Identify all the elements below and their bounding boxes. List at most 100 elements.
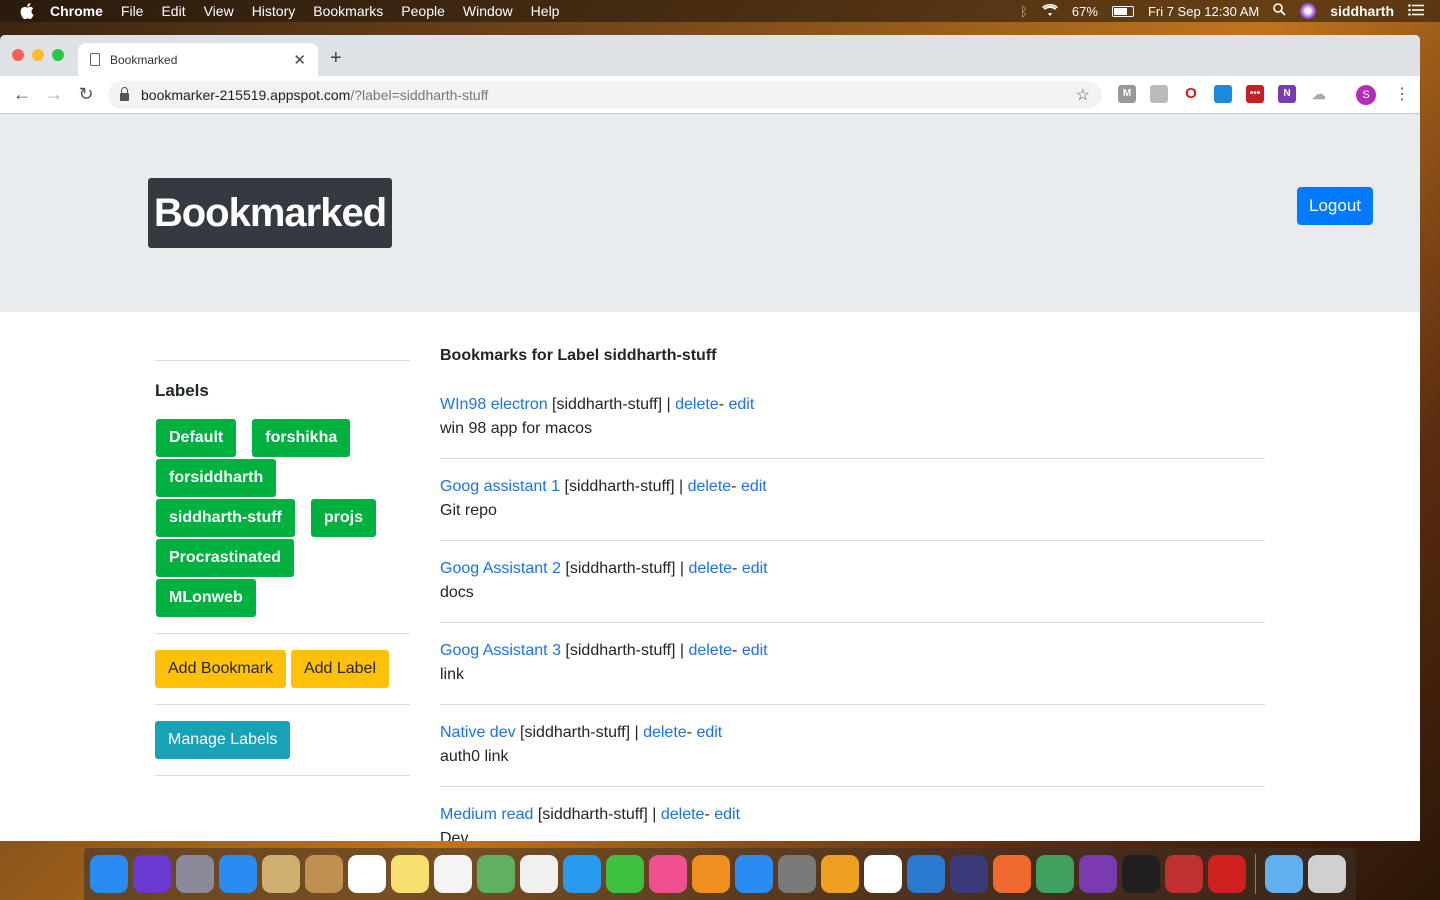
apple-icon[interactable] [20, 3, 34, 19]
windows98-icon[interactable] [1165, 855, 1203, 893]
bookmark-link[interactable]: Native dev [440, 724, 516, 741]
menu-bookmarks[interactable]: Bookmarks [313, 3, 383, 19]
label-button[interactable]: Default [156, 419, 237, 457]
close-window-button[interactable] [12, 49, 24, 61]
terminal-icon[interactable] [1122, 855, 1160, 893]
siri-icon[interactable] [1300, 3, 1317, 19]
menu-bar: Chrome File Edit View History Bookmarks … [0, 0, 1440, 22]
extension-inbox-icon[interactable] [1150, 85, 1168, 103]
itunes-icon[interactable] [649, 855, 687, 893]
finder-icon[interactable] [90, 855, 128, 893]
extension-opera-icon[interactable]: O [1182, 85, 1200, 103]
vscode-icon[interactable] [907, 855, 945, 893]
battery-icon[interactable] [1111, 5, 1134, 17]
label-button[interactable]: Procrastinated [156, 539, 295, 577]
maximize-window-button[interactable] [52, 49, 64, 61]
downloads-icon[interactable] [1265, 855, 1303, 893]
menu-app-name[interactable]: Chrome [50, 3, 103, 19]
delete-link[interactable]: delete [688, 478, 732, 495]
label-button[interactable]: forsiddharth [156, 459, 277, 497]
delete-link[interactable]: delete [675, 396, 719, 413]
notes-icon[interactable] [391, 855, 429, 893]
bookmark-link[interactable]: Medium read [440, 806, 533, 823]
new-tab-button[interactable]: + [330, 47, 342, 70]
menu-icon[interactable]: ⋮ [1394, 84, 1410, 104]
lock-icon[interactable] [120, 87, 129, 101]
label-button[interactable]: MLonweb [156, 579, 256, 617]
menu-window[interactable]: Window [463, 3, 513, 19]
battery-percent[interactable]: 67% [1072, 4, 1098, 19]
postman-icon[interactable] [993, 855, 1031, 893]
profile-avatar[interactable]: S [1356, 85, 1376, 105]
user-name[interactable]: siddharth [1330, 3, 1394, 19]
eclipse-icon[interactable] [950, 855, 988, 893]
reminders-icon[interactable] [434, 855, 472, 893]
notification-center-icon[interactable] [1408, 3, 1424, 19]
menu-people[interactable]: People [401, 3, 445, 19]
delete-link[interactable]: delete [661, 806, 705, 823]
extension-onenote-icon[interactable]: N [1278, 85, 1296, 103]
spotlight-icon[interactable] [1273, 3, 1286, 19]
extension-cloud-icon[interactable]: ☁ [1310, 85, 1328, 103]
label-button[interactable]: projs [310, 499, 376, 537]
add-bookmark-button[interactable]: Add Bookmark [155, 650, 286, 688]
bookmark-link[interactable]: Goog assistant 1 [440, 478, 560, 495]
wifi-icon[interactable] [1041, 3, 1058, 19]
address-bar[interactable]: bookmarker-215519.appspot.com /?label=si… [108, 81, 1102, 109]
system-preferences-icon[interactable] [778, 855, 816, 893]
boxer-icon[interactable] [1208, 855, 1246, 893]
onenote-icon[interactable] [1079, 855, 1117, 893]
siri-icon[interactable] [133, 855, 171, 893]
edit-link[interactable]: edit [728, 396, 754, 413]
bookmark-link[interactable]: WIn98 electron [440, 396, 548, 413]
trash-icon[interactable] [1308, 855, 1346, 893]
contacts-icon[interactable] [305, 855, 343, 893]
delete-link[interactable]: delete [643, 724, 687, 741]
edit-link[interactable]: edit [714, 806, 740, 823]
facetime-icon[interactable] [606, 855, 644, 893]
menu-view[interactable]: View [204, 3, 234, 19]
edit-link[interactable]: edit [742, 560, 768, 577]
label-button[interactable]: forshikha [252, 419, 351, 457]
label-button[interactable]: siddharth-stuff [156, 499, 295, 537]
bookmark-link[interactable]: Goog Assistant 3 [440, 642, 561, 659]
app-store-icon[interactable] [735, 855, 773, 893]
calendar-icon[interactable] [348, 855, 386, 893]
mail-icon[interactable] [262, 855, 300, 893]
extension-lastpass-icon[interactable]: ••• [1246, 85, 1264, 103]
menu-help[interactable]: Help [531, 3, 560, 19]
close-tab-icon[interactable]: ✕ [293, 51, 306, 69]
messages-icon[interactable] [563, 855, 601, 893]
edit-link[interactable]: edit [742, 642, 768, 659]
maps-icon[interactable] [477, 855, 515, 893]
edit-link[interactable]: edit [741, 478, 767, 495]
sublime-icon[interactable] [821, 855, 859, 893]
menu-history[interactable]: History [252, 3, 296, 19]
minimize-window-button[interactable] [32, 49, 44, 61]
brand-logo[interactable]: Bookmarked [148, 178, 392, 248]
robo3t-icon[interactable] [1036, 855, 1074, 893]
books-icon[interactable] [692, 855, 730, 893]
back-icon[interactable]: ← [12, 84, 32, 105]
menu-edit[interactable]: Edit [161, 3, 185, 19]
photos-icon[interactable] [520, 855, 558, 893]
menu-file[interactable]: File [121, 3, 144, 19]
clock[interactable]: Fri 7 Sep 12:30 AM [1148, 4, 1259, 19]
add-label-button[interactable]: Add Label [290, 650, 389, 688]
edit-link[interactable]: edit [696, 724, 722, 741]
bookmark-star-icon[interactable]: ☆ [1076, 85, 1090, 105]
manage-labels-button[interactable]: Manage Labels [155, 721, 291, 759]
delete-link[interactable]: delete [688, 642, 732, 659]
bookmark-link[interactable]: Goog Assistant 2 [440, 560, 561, 577]
delete-link[interactable]: delete [688, 560, 732, 577]
extension-trello-icon[interactable] [1214, 85, 1232, 103]
bluetooth-icon[interactable]: ᛒ [1020, 4, 1028, 19]
forward-icon[interactable]: → [44, 84, 64, 105]
logout-button[interactable]: Logout [1297, 187, 1373, 225]
reload-icon[interactable]: ↻ [76, 84, 96, 105]
launchpad-icon[interactable] [176, 855, 214, 893]
chrome-icon[interactable] [864, 855, 902, 893]
tab-bookmarked[interactable]: Bookmarked ✕ [78, 43, 318, 76]
safari-icon[interactable] [219, 855, 257, 893]
extension-m-icon[interactable]: M [1118, 85, 1136, 103]
